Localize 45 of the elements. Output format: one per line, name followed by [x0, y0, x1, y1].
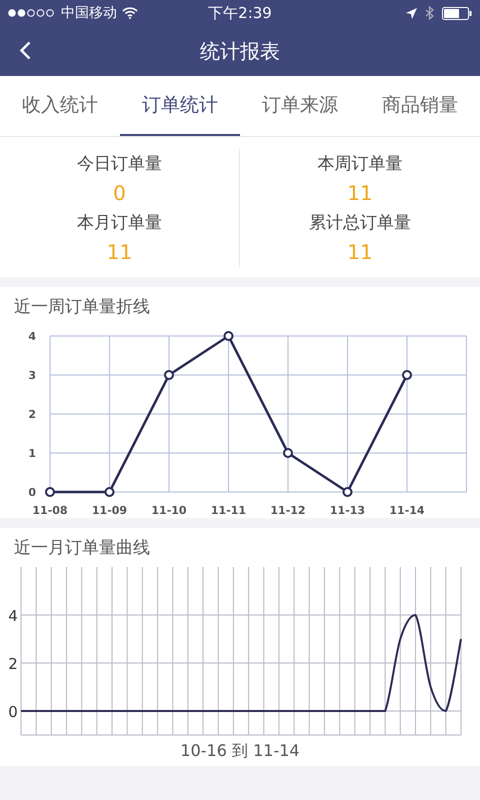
tab[interactable]: 收入统计 — [0, 76, 120, 136]
stat-value: 11 — [106, 240, 132, 264]
axis-label: 0 — [28, 486, 36, 499]
data-point — [224, 331, 234, 341]
location-icon — [406, 8, 417, 18]
stat-label: 本月订单量 — [77, 212, 162, 234]
battery-icon — [442, 6, 472, 20]
axis-title: 10-16 到 11-14 — [179, 741, 301, 762]
axis-label: 4 — [28, 330, 36, 343]
carrier-name: 中国移动 — [61, 4, 117, 22]
axis-label: 11-09 — [92, 504, 128, 517]
data-point — [104, 487, 114, 497]
chart-title: 近一月订单量曲线 — [13, 537, 151, 559]
axis-label: 1 — [28, 447, 36, 460]
data-point — [402, 370, 412, 380]
signal-icon — [8, 9, 56, 17]
axis-label: 11-11 — [210, 504, 246, 517]
axis-label: 11-08 — [32, 504, 68, 517]
stat-label: 累计总订单量 — [309, 212, 411, 234]
tab[interactable]: 订单来源 — [240, 76, 360, 136]
axis-label: 2 — [28, 408, 36, 421]
tab[interactable]: 商品销量 — [360, 76, 480, 136]
wifi-icon — [122, 7, 138, 19]
axis-label: 11-10 — [151, 504, 187, 517]
status-time: 下午2:39 — [208, 4, 272, 22]
chevron-left-icon — [20, 41, 31, 60]
stat-value: 11 — [347, 240, 373, 264]
page-title: 统计报表 — [200, 38, 280, 64]
data-point — [45, 487, 55, 497]
axis-label: 11-12 — [270, 504, 306, 517]
chart-title: 近一周订单量折线 — [13, 296, 151, 318]
stat-label: 本周订单量 — [318, 153, 402, 175]
bluetooth-icon — [425, 6, 434, 20]
data-point — [164, 370, 174, 380]
data-point — [283, 448, 293, 458]
data-point — [342, 487, 352, 497]
axis-label: 11-14 — [389, 504, 425, 517]
stat-value: 11 — [347, 181, 373, 205]
stat-value: 0 — [113, 181, 126, 205]
axis-label: 2 — [8, 655, 18, 673]
stat-label: 今日订单量 — [77, 153, 162, 175]
axis-label: 0 — [8, 703, 18, 721]
axis-label: 4 — [8, 607, 18, 625]
axis-label: 3 — [28, 369, 36, 382]
axis-label: 11-13 — [330, 504, 366, 517]
